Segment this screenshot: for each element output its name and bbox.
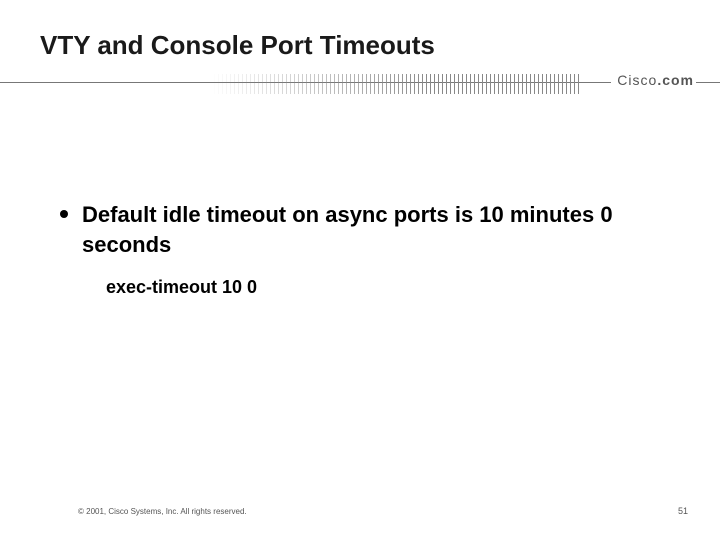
brand-logo: Cisco.com [611,72,696,88]
slide-body: Default idle timeout on async ports is 1… [60,200,680,298]
slide-title: VTY and Console Port Timeouts [40,30,435,61]
footer-page-number: 51 [678,506,688,516]
brand-word: Cisco [617,72,657,88]
bullet-text: Default idle timeout on async ports is 1… [82,200,680,259]
command-line: exec-timeout 10 0 [106,277,680,298]
bullet-row: Default idle timeout on async ports is 1… [60,200,680,259]
divider-ticks [210,74,580,94]
footer-copyright: © 2001, Cisco Systems, Inc. All rights r… [78,507,247,516]
brand-dot: .com [657,72,694,88]
bullet-marker [60,210,68,218]
slide: VTY and Console Port Timeouts Cisco.com … [0,0,720,540]
